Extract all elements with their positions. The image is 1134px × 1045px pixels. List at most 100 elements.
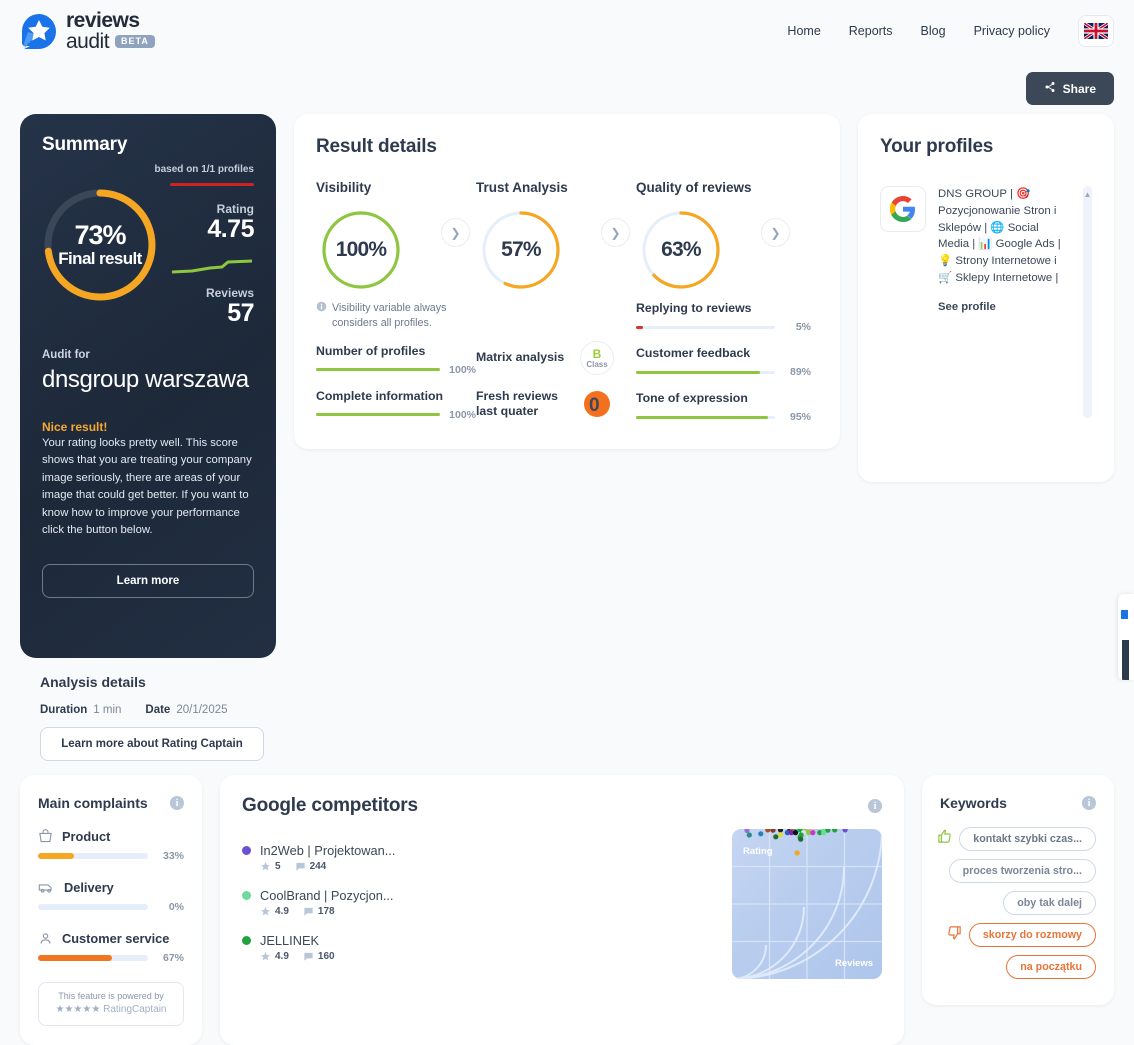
list-item[interactable]: JELLINEK 4.9 160 — [242, 933, 422, 962]
gauge-title: Quality of reviews — [636, 180, 752, 195]
brand-name-line1: reviews — [66, 9, 140, 32]
competitor-rating: 4.9 — [260, 906, 289, 917]
chevron-right-icon: ❯ — [770, 225, 781, 240]
metrics-row: Visibility variable always considers all… — [316, 301, 818, 423]
duration-label: Duration — [40, 704, 88, 716]
share-icon — [1044, 81, 1056, 96]
nav-item-privacy-policy[interactable]: Privacy policy — [974, 24, 1050, 38]
profiles-scrollbar[interactable]: ▲ — [1083, 186, 1092, 418]
edge-widget-tab[interactable] — [1118, 594, 1134, 680]
scatter-point[interactable] — [842, 829, 848, 833]
your-profiles-title: Your profiles — [880, 136, 994, 157]
duration-value: 1 min — [93, 704, 122, 716]
keyword-chip[interactable]: kontakt szybki czas... — [959, 827, 1096, 851]
fresh-reviews-label: Fresh reviews last quater — [476, 389, 559, 419]
nav-item-blog[interactable]: Blog — [921, 24, 946, 38]
language-selector-button[interactable] — [1078, 15, 1114, 47]
learn-more-button[interactable]: Learn more — [42, 563, 254, 598]
gauge-visibility: Visibility 100% ❯ — [316, 180, 476, 291]
see-profile-link[interactable]: See profile — [938, 299, 996, 316]
bar-value: 100% — [449, 363, 476, 376]
main-complaints-title: Main complaints — [38, 795, 148, 811]
scatter-point[interactable] — [758, 831, 764, 837]
complaint-label: Customer service — [62, 931, 170, 946]
competitor-name: CoolBrand | Pozycjon... — [260, 888, 394, 903]
gauge-quality-expand-button[interactable]: ❯ — [761, 218, 790, 247]
list-item: kontakt szybki czas... — [937, 827, 1096, 851]
keyword-chip[interactable]: proces tworzenia stro... — [948, 859, 1096, 883]
bar-value: 89% — [789, 366, 811, 378]
scatter-point[interactable] — [746, 832, 752, 838]
keyword-chip[interactable]: oby tak dalej — [1003, 891, 1096, 915]
info-icon[interactable]: i — [868, 799, 882, 813]
visibility-note: Visibility variable always considers all… — [332, 302, 447, 329]
truck-icon — [38, 880, 55, 895]
final-result-donut: 73% Final result — [38, 183, 162, 307]
scatter-point[interactable] — [798, 836, 804, 842]
scatter-point[interactable] — [792, 830, 799, 836]
profile-name: DNS GROUP | 🎯 Pozycjonowanie Stron i Skl… — [938, 188, 1061, 284]
nav-item-home[interactable]: Home — [787, 24, 820, 38]
keyword-chip[interactable]: na początku — [1006, 955, 1096, 979]
analysis-details-meta: Duration 1 min Date 20/1/2025 — [40, 704, 256, 716]
gauge-value: 63% — [661, 238, 701, 261]
scatter-point[interactable] — [821, 830, 827, 836]
scatter-point[interactable] — [832, 829, 838, 833]
series-color-dot — [242, 891, 251, 900]
edge-widget-icon — [1121, 610, 1128, 619]
matrix-analysis-label: Matrix analysis — [476, 350, 565, 365]
gauge-trust-analysis: Trust Analysis 57% ❯ — [476, 180, 636, 291]
person-icon — [38, 931, 53, 946]
complaint-label: Delivery — [64, 880, 114, 895]
share-button-label: Share — [1062, 81, 1096, 96]
competitor-reviews: 160 — [303, 951, 335, 962]
list-item[interactable]: CoolBrand | Pozycjon... 4.9 178 — [242, 888, 422, 917]
main-nav: Home Reports Blog Privacy policy — [787, 15, 1114, 47]
keyword-chip[interactable]: skorzy do rozmowy — [968, 923, 1096, 947]
competitors-scatter-chart[interactable]: Rating Reviews — [732, 829, 882, 979]
basket-icon — [38, 829, 53, 844]
result-details-title: Result details — [316, 136, 437, 157]
brand-name-line2: audit — [66, 30, 110, 53]
scatter-point[interactable] — [810, 830, 816, 836]
gauge-value: 57% — [501, 238, 541, 261]
bar-label: Complete information — [316, 388, 444, 403]
main-complaints-card: Main complaints i Product 33% Delivery 0… — [20, 775, 202, 1045]
summary-title: Summary — [42, 134, 128, 155]
gauge-visibility-expand-button[interactable]: ❯ — [441, 218, 470, 247]
svg-text:0: 0 — [589, 395, 600, 416]
brand-logo[interactable]: reviews audit BETA — [20, 10, 155, 52]
scatter-point[interactable] — [773, 834, 779, 840]
reviews-value: 57 — [227, 299, 254, 328]
quality-metrics: Replying to reviews 5% Customer feedback… — [636, 301, 811, 423]
scatter-point[interactable] — [794, 850, 800, 856]
info-icon — [316, 301, 327, 331]
bar-value: 95% — [789, 411, 811, 423]
nav-item-reports[interactable]: Reports — [849, 24, 893, 38]
edge-widget-bar — [1122, 640, 1129, 680]
verdict-body: Your rating looks pretty well. This scor… — [42, 436, 252, 537]
share-button[interactable]: Share — [1025, 72, 1114, 105]
list-item[interactable]: In2Web | Projektowan... 5 244 — [242, 843, 422, 872]
chevron-right-icon: ❯ — [610, 225, 621, 240]
gauge-trust-analysis-expand-button[interactable]: ❯ — [601, 218, 630, 247]
powered-by-badge: This feature is powered by ★★★★★ RatingC… — [38, 982, 184, 1026]
star-review-logo-icon — [20, 12, 58, 50]
complaint-value: 33% — [162, 850, 184, 862]
scatter-point[interactable] — [770, 829, 776, 833]
list-item: na początku — [1006, 955, 1096, 979]
uk-flag-icon — [1084, 23, 1108, 39]
visibility-metrics: Visibility variable always considers all… — [316, 301, 476, 423]
scatter-point[interactable] — [777, 832, 784, 838]
info-icon[interactable]: i — [170, 796, 184, 810]
learn-more-rating-captain-button[interactable]: Learn more about Rating Captain — [40, 727, 264, 761]
keywords-card: Keywords i kontakt szybki czas... proces… — [922, 775, 1114, 1005]
scatter-point[interactable] — [777, 829, 784, 833]
chart-x-axis-label: Reviews — [834, 958, 873, 969]
google-competitors-title: Google competitors — [242, 795, 418, 816]
series-color-dot — [242, 936, 251, 945]
keyword-list: kontakt szybki czas... proces tworzenia … — [937, 827, 1096, 979]
complaint-delivery: Delivery 0% — [38, 880, 184, 913]
complaint-value: 67% — [162, 952, 184, 964]
info-icon[interactable]: i — [1082, 796, 1096, 810]
